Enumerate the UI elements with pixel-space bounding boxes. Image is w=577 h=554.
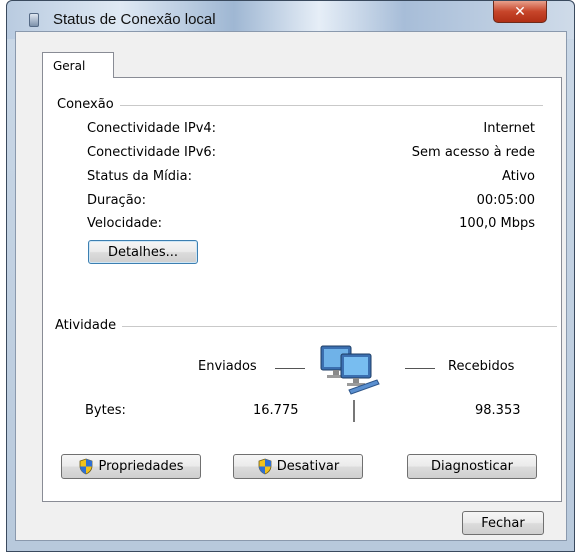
- ipv4-value: Internet: [483, 121, 535, 136]
- bytes-sent-value: 16.775: [253, 403, 299, 418]
- connection-group-heading: Conexão: [57, 97, 120, 112]
- diagnose-button[interactable]: Diagnosticar: [407, 454, 537, 479]
- tab-geral[interactable]: Geral: [42, 52, 114, 78]
- window-title: Status de Conexão local: [53, 11, 216, 28]
- received-label: Recebidos: [448, 359, 515, 374]
- disable-button-label: Desativar: [276, 459, 340, 474]
- activity-group-line: [57, 326, 557, 327]
- uac-shield-icon: [80, 458, 93, 475]
- close-window-button[interactable]: ✕: [493, 1, 547, 23]
- bytes-label: Bytes:: [85, 403, 126, 418]
- duration-value: 00:05:00: [476, 193, 535, 208]
- sent-line: [275, 368, 305, 369]
- properties-button-label: Propriedades: [98, 459, 184, 474]
- received-line: [405, 368, 435, 369]
- sent-label: Enviados: [198, 359, 257, 374]
- dialog-window: Status de Conexão local ✕ Geral Conexão …: [6, 0, 575, 552]
- connection-group-line: [63, 105, 543, 106]
- media-status-label: Status da Mídia:: [87, 169, 192, 184]
- details-button[interactable]: Detalhes...: [88, 240, 198, 264]
- disable-button[interactable]: Desativar: [233, 454, 363, 479]
- network-computers-icon: [320, 345, 380, 395]
- bytes-separator: [353, 400, 355, 422]
- media-status-value: Ativo: [501, 169, 535, 184]
- dialog-client-area: Geral Conexão Conectividade IPv4: Intern…: [15, 31, 567, 541]
- uac-shield-icon: [258, 458, 272, 475]
- tab-panel-geral: Conexão Conectividade IPv4: Internet Con…: [42, 77, 562, 502]
- close-button[interactable]: Fechar: [462, 511, 544, 535]
- activity-group-heading: Atividade: [55, 318, 123, 333]
- ipv6-value: Sem acesso à rede: [411, 145, 535, 160]
- speed-label: Velocidade:: [87, 216, 163, 231]
- ipv4-label: Conectividade IPv4:: [87, 121, 217, 136]
- duration-label: Duração:: [87, 193, 147, 208]
- network-adapter-icon: [29, 13, 39, 27]
- properties-button[interactable]: Propriedades: [61, 454, 201, 479]
- speed-value: 100,0 Mbps: [459, 216, 535, 231]
- ipv6-label: Conectividade IPv6:: [87, 145, 217, 160]
- bytes-received-value: 98.353: [475, 403, 521, 418]
